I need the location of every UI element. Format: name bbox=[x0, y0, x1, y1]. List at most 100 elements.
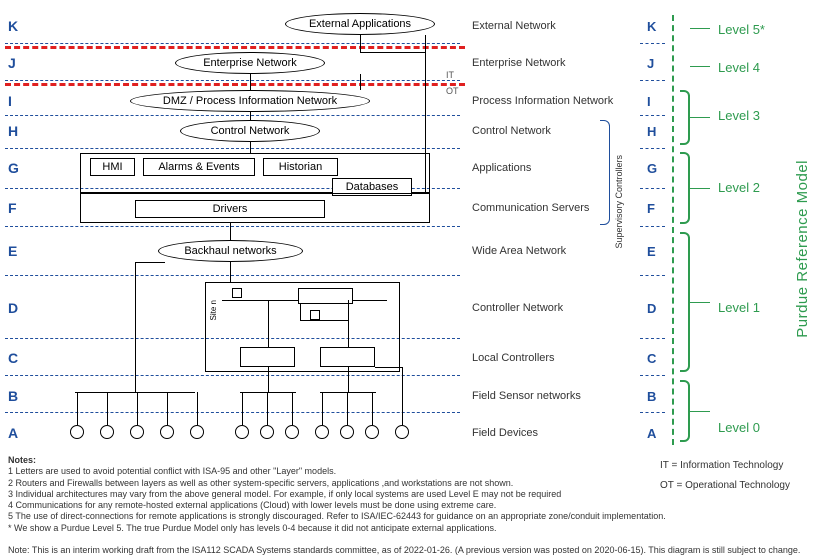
device-circle bbox=[395, 425, 409, 439]
site-label: Site n bbox=[209, 300, 218, 320]
conn bbox=[230, 262, 231, 282]
purdue-title: Purdue Reference Model bbox=[794, 160, 811, 338]
device-circle bbox=[315, 425, 329, 439]
row-letter-r-D: D bbox=[647, 301, 656, 316]
conn bbox=[360, 52, 425, 53]
conn bbox=[250, 74, 251, 90]
conn bbox=[375, 367, 402, 368]
desc-G: Applications bbox=[472, 162, 531, 174]
row-letter-C: C bbox=[8, 350, 18, 366]
conn bbox=[360, 74, 361, 90]
note-2: 2 Routers and Firewalls between layers a… bbox=[8, 478, 513, 488]
desc-K: External Network bbox=[472, 20, 556, 32]
conn bbox=[348, 367, 349, 392]
conn bbox=[268, 300, 269, 347]
row-letter-r-I: I bbox=[647, 94, 651, 109]
note-footer: Note: This is an interim working draft f… bbox=[8, 545, 800, 555]
device-circle bbox=[190, 425, 204, 439]
bus bbox=[240, 392, 296, 393]
cloud-backhaul: Backhaul networks bbox=[158, 240, 303, 262]
desc-A: Field Devices bbox=[472, 427, 538, 439]
level-4: Level 4 bbox=[718, 60, 760, 75]
device-circle bbox=[100, 425, 114, 439]
row-letter-r-E: E bbox=[647, 244, 656, 259]
hline-r bbox=[640, 115, 665, 116]
hline-r bbox=[640, 43, 665, 44]
desc-H: Control Network bbox=[472, 125, 551, 137]
device-circle bbox=[235, 425, 249, 439]
row-letter-r-C: C bbox=[647, 351, 656, 366]
brace-supervisory bbox=[600, 120, 610, 225]
hline bbox=[5, 275, 460, 276]
note-4: 4 Communications for any remote-hosted e… bbox=[8, 500, 496, 510]
desc-F: Communication Servers bbox=[472, 202, 589, 214]
row-letter-D: D bbox=[8, 300, 18, 316]
box-drivers: Drivers bbox=[135, 200, 325, 218]
ot-label: OT bbox=[446, 86, 459, 96]
local-ctrl-1 bbox=[240, 347, 295, 367]
brace-tick bbox=[690, 188, 710, 189]
row-letter-r-B: B bbox=[647, 389, 656, 404]
brace-tick bbox=[690, 117, 710, 118]
conn bbox=[292, 392, 293, 425]
cloud-dmz: DMZ / Process Information Network bbox=[130, 90, 370, 112]
conn bbox=[107, 392, 108, 425]
device-circle bbox=[340, 425, 354, 439]
desc-D: Controller Network bbox=[472, 302, 563, 314]
bus-left bbox=[75, 392, 195, 393]
row-letter-r-K: K bbox=[647, 19, 656, 34]
conn bbox=[137, 392, 138, 425]
brace-l3 bbox=[680, 90, 690, 145]
row-letter-r-A: A bbox=[647, 426, 656, 441]
cloud-control: Control Network bbox=[180, 120, 320, 142]
bus bbox=[320, 392, 376, 393]
conn bbox=[250, 142, 251, 153]
note-3: 3 Individual architectures may vary from… bbox=[8, 489, 561, 499]
conn bbox=[267, 392, 268, 425]
brace-l2 bbox=[680, 152, 690, 224]
row-letter-r-G: G bbox=[647, 161, 657, 176]
local-ctrl-2 bbox=[320, 347, 375, 367]
hline-r bbox=[640, 375, 665, 376]
brace-l1 bbox=[680, 232, 690, 372]
ctrl-node bbox=[232, 288, 242, 298]
row-letter-r-F: F bbox=[647, 201, 655, 216]
hline bbox=[5, 80, 460, 81]
hline-r bbox=[640, 188, 665, 189]
hline bbox=[5, 412, 460, 413]
device-circle bbox=[365, 425, 379, 439]
supervisory-label: Supervisory Controllers bbox=[614, 155, 624, 249]
conn bbox=[167, 392, 168, 425]
green-divider bbox=[672, 15, 674, 445]
row-letter-I: I bbox=[8, 93, 12, 109]
conn bbox=[268, 367, 269, 392]
conn bbox=[360, 35, 361, 52]
level-5: Level 5* bbox=[718, 22, 765, 37]
desc-J: Enterprise Network bbox=[472, 57, 566, 69]
level-2: Level 2 bbox=[718, 180, 760, 195]
row-letter-K: K bbox=[8, 18, 18, 34]
brace-l5 bbox=[690, 28, 710, 29]
hline bbox=[5, 148, 460, 149]
conn bbox=[322, 392, 323, 425]
hline-r bbox=[640, 338, 665, 339]
brace-l0 bbox=[680, 380, 690, 442]
conn bbox=[300, 304, 301, 320]
desc-C: Local Controllers bbox=[472, 352, 555, 364]
row-letter-G: G bbox=[8, 160, 19, 176]
ctrl-node bbox=[310, 310, 320, 320]
hline-r bbox=[640, 148, 665, 149]
row-letter-B: B bbox=[8, 388, 18, 404]
conn bbox=[250, 112, 251, 120]
level-3: Level 3 bbox=[718, 108, 760, 123]
level-0: Level 0 bbox=[718, 420, 760, 435]
row-letter-F: F bbox=[8, 200, 17, 216]
hline-r bbox=[640, 80, 665, 81]
row-letter-r-J: J bbox=[647, 56, 654, 71]
device-circle bbox=[285, 425, 299, 439]
conn bbox=[348, 300, 349, 347]
note-5: 5 The use of direct-connections for remo… bbox=[8, 511, 666, 521]
row-letter-E: E bbox=[8, 243, 17, 259]
conn-left bbox=[135, 262, 136, 392]
row-letter-J: J bbox=[8, 55, 16, 71]
